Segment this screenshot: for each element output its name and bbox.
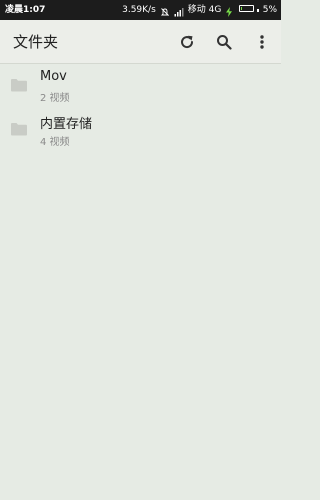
refresh-icon[interactable] <box>177 32 197 52</box>
folder-name: 内置存储 <box>40 117 93 132</box>
app-bar: 文件夹 <box>0 20 281 64</box>
folder-list: Mov 2 视频 内置存储 4 视频 <box>0 65 281 153</box>
battery-icon <box>239 0 259 20</box>
status-bar: 凌晨1:07 3.59K/s 移动 4G 5% <box>0 0 281 20</box>
signal-icon <box>174 5 184 17</box>
folder-video-count: 2 视频 <box>40 93 70 104</box>
folder-icon <box>10 121 28 137</box>
battery-body <box>239 5 255 12</box>
folder-video-count: 4 视频 <box>40 137 70 148</box>
carrier-label: 移动 4G <box>187 5 222 15</box>
battery-percent: 5% <box>262 5 277 15</box>
battery-fill <box>241 7 243 10</box>
more-vert-icon[interactable] <box>252 32 272 52</box>
folder-item-mov[interactable]: Mov 2 视频 <box>0 65 281 109</box>
folder-name: Mov <box>40 69 67 84</box>
alarm-off-icon <box>160 5 170 16</box>
status-right: 3.59K/s 移动 4G 5% <box>122 0 277 20</box>
page-title: 文件夹 <box>13 33 59 51</box>
network-speed: 3.59K/s <box>122 5 156 15</box>
search-icon[interactable] <box>214 32 234 52</box>
screen: 凌晨1:07 3.59K/s 移动 4G 5% 文件夹 Mov 2 视频 内置存… <box>0 0 281 500</box>
folder-icon <box>10 77 28 93</box>
folder-item-internal-storage[interactable]: 内置存储 4 视频 <box>0 109 281 153</box>
charging-icon <box>225 5 235 17</box>
status-time: 凌晨1:07 <box>5 5 46 15</box>
battery-tip <box>257 9 259 12</box>
